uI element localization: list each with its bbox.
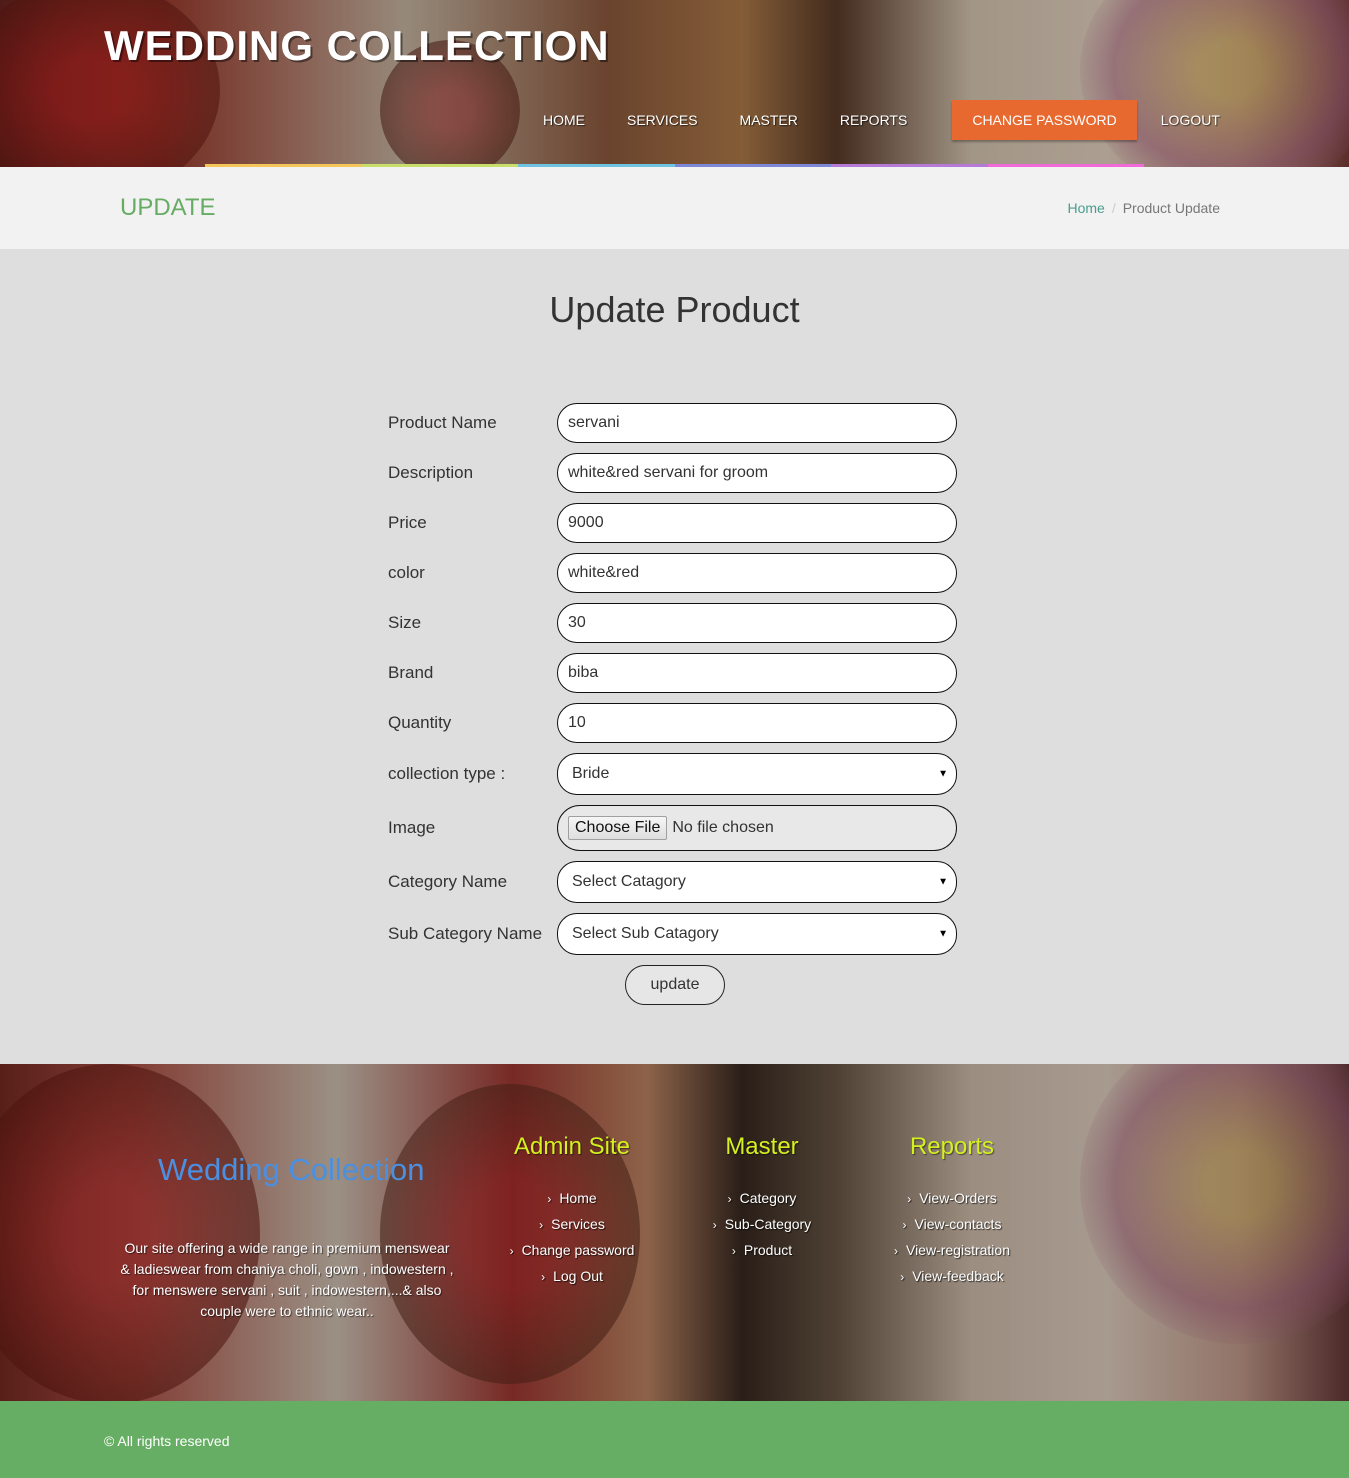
nav-logout[interactable]: LOGOUT [1140,100,1241,140]
footer-reports-title: Reports [909,1133,995,1160]
footer-master-column: Master › Category › Sub-Category › Product [667,1133,857,1264]
image-file-input[interactable]: Choose File No file chosen [557,805,957,851]
chevron-right-icon: › [541,1270,546,1284]
color-label: color [388,563,425,582]
footer-link-logout[interactable]: › Log Out [477,1264,667,1290]
main-nav: HOME SERVICES MASTER REPORTS CHANGE PASS… [522,100,1241,140]
page-title-bar: UPDATE Home / Product Update [0,167,1349,249]
chevron-right-icon: › [900,1270,905,1284]
category-label: Category Name [388,872,508,891]
form-row-size: Size 30 [388,603,958,643]
footer-link-product[interactable]: › Product [667,1238,857,1264]
brand-label: Brand [388,663,434,682]
footer-admin-title: Admin Site [513,1133,631,1160]
form-row-brand: Brand biba [388,653,958,693]
footer-link-sub-category[interactable]: › Sub-Category [667,1212,857,1238]
form-row-image: Image Choose File No file chosen [388,805,958,851]
image-label: Image [388,818,436,837]
quantity-input[interactable]: 10 [557,703,957,743]
copyright-text: © All rights reserved [104,1433,230,1449]
footer-link-view-contacts[interactable]: › View-contacts [857,1212,1047,1238]
footer-link-view-orders[interactable]: › View-Orders [857,1186,1047,1212]
dropdown-caret-icon: ▼ [938,768,948,780]
footer-brand: Wedding Collection [158,1152,425,1187]
price-input[interactable]: 9000 [557,503,957,543]
file-status: No file chosen [672,819,774,836]
footer-link-view-registration[interactable]: › View-registration [857,1238,1047,1264]
collection-type-select[interactable]: Bride ▼ [557,753,957,795]
subcategory-select[interactable]: Select Sub Catagory ▼ [557,913,957,955]
chevron-right-icon: › [893,1244,898,1258]
nav-reports[interactable]: REPORTS [819,100,928,140]
nav-change-password[interactable]: CHANGE PASSWORD [952,100,1137,140]
chevron-right-icon: › [712,1218,717,1232]
form-row-color: color white&red [388,553,958,593]
chevron-right-icon: › [547,1192,552,1206]
category-select[interactable]: Select Catagory ▼ [557,861,957,903]
update-button[interactable]: update [625,965,725,1005]
main-content: Update Product Product Name servani Desc… [0,249,1349,1064]
description-label: Description [388,463,474,482]
collection-type-value: Bride [572,765,610,782]
form-row-description: Description white&red servani for groom [388,453,958,493]
breadcrumb: Home / Product Update [1067,200,1220,216]
breadcrumb-current: Product Update [1122,200,1220,216]
choose-file-button[interactable]: Choose File [568,816,668,840]
chevron-right-icon: › [731,1244,736,1258]
page-title: UPDATE [120,194,216,221]
description-input[interactable]: white&red servani for groom [557,453,957,493]
color-input[interactable]: white&red [557,553,957,593]
form-row-collection-type: collection type : Bride ▼ [388,753,958,795]
form-row-quantity: Quantity 10 [388,703,958,743]
brand-input[interactable]: biba [557,653,957,693]
copyright-bar: © All rights reserved [0,1401,1349,1478]
category-value: Select Catagory [572,873,686,890]
chevron-right-icon: › [902,1218,907,1232]
chevron-right-icon: › [539,1218,544,1232]
product-name-input[interactable]: servani [557,403,957,443]
chevron-right-icon: › [907,1192,912,1206]
dropdown-caret-icon: ▼ [938,876,948,888]
nav-home[interactable]: HOME [522,100,606,140]
chevron-right-icon: › [509,1244,514,1258]
size-label: Size [388,613,422,632]
breadcrumb-home-link[interactable]: Home [1067,200,1104,216]
form-row-price: Price 9000 [388,503,958,543]
form-row-product-name: Product Name servani [388,403,958,443]
footer-link-change-password[interactable]: › Change password [477,1238,667,1264]
site-header: WEDDING COLLECTION HOME SERVICES MASTER … [0,0,1349,167]
footer-about-text: Our site offering a wide range in premiu… [120,1240,454,1319]
footer-link-home[interactable]: › Home [477,1186,667,1212]
footer-master-title: Master [725,1133,799,1160]
form-row-subcategory: Sub Category Name Select Sub Catagory ▼ [388,913,958,955]
nav-master[interactable]: MASTER [719,100,819,140]
quantity-label: Quantity [388,713,452,732]
footer-admin-column: Admin Site › Home › Services › Change passw… [477,1133,667,1290]
site-logo[interactable]: WEDDING COLLECTION [104,22,610,70]
size-input[interactable]: 30 [557,603,957,643]
price-label: Price [388,513,427,532]
chevron-right-icon: › [727,1192,732,1206]
form-row-category: Category Name Select Catagory ▼ [388,861,958,903]
form-heading: Update Product [549,289,800,330]
footer-link-view-feedback[interactable]: › View-feedback [857,1264,1047,1290]
footer-link-services[interactable]: › Services [477,1212,667,1238]
subcategory-label: Sub Category Name [388,924,543,943]
site-footer: Wedding Collection Our site offering a w… [0,1064,1349,1401]
nav-services[interactable]: SERVICES [606,100,719,140]
product-name-label: Product Name [388,413,497,432]
footer-link-category[interactable]: › Category [667,1186,857,1212]
subcategory-value: Select Sub Catagory [572,925,719,942]
dropdown-caret-icon: ▼ [938,928,948,940]
footer-reports-column: Reports › View-Orders › View-contacts › Vie… [857,1133,1047,1290]
breadcrumb-separator: / [1111,200,1116,216]
collection-type-label: collection type : [388,764,506,783]
